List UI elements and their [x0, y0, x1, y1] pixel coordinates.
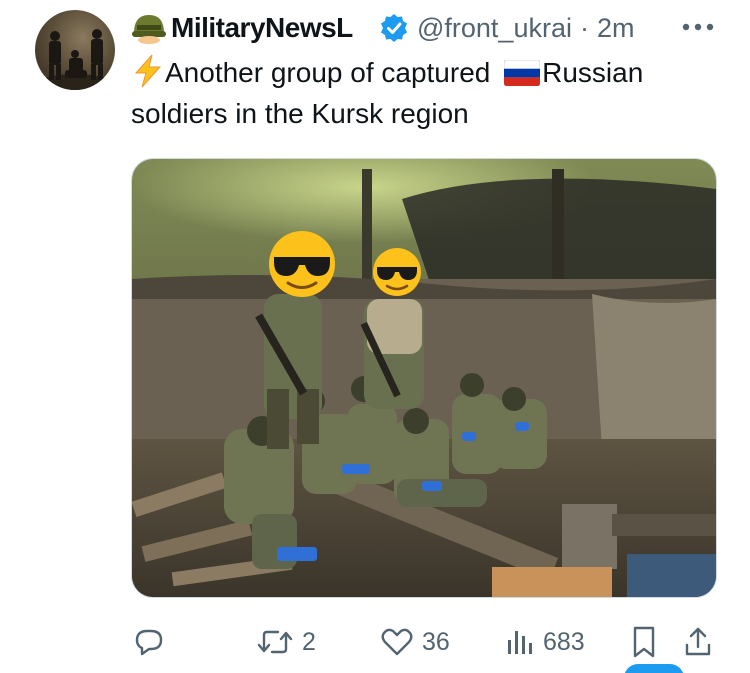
share-icon [685, 627, 711, 656]
verified-badge-icon [381, 14, 407, 42]
lightning-emoji-icon [134, 54, 162, 88]
tweet-header: MilitaryNewsL @front_ukrai · 2m [131, 8, 731, 48]
avatar-silhouettes-image [35, 29, 115, 90]
like-button[interactable]: 36 [380, 620, 450, 664]
views-count: 683 [543, 627, 585, 656]
reply-icon [135, 629, 163, 656]
bookmark-button[interactable] [630, 620, 658, 664]
russian-flag-emoji-icon [504, 60, 541, 86]
timestamp[interactable]: 2m [597, 13, 635, 44]
sunglasses-emoji-face-2 [373, 248, 421, 296]
author-name[interactable]: MilitaryNewsL [171, 12, 377, 44]
tweet-media-photo[interactable] [131, 158, 717, 598]
views-button[interactable]: 683 [505, 620, 585, 664]
avatar[interactable] [35, 10, 115, 90]
like-count: 36 [422, 627, 450, 656]
more-options-icon[interactable] [680, 17, 716, 37]
photo-image [132, 159, 716, 597]
bar-chart-icon [508, 631, 532, 654]
reply-button[interactable] [133, 620, 173, 664]
bookmark-icon [633, 626, 655, 658]
tweet-actions-bar: 2 36 683 [0, 620, 750, 664]
military-helmet-emoji-icon [132, 15, 166, 44]
separator-dot: · [579, 12, 589, 43]
share-button[interactable] [683, 620, 713, 664]
heart-icon [381, 628, 413, 656]
tweet[interactable]: MilitaryNewsL @front_ukrai · 2m Another … [0, 0, 750, 673]
tweet-text-part1: Another group of captured [165, 57, 499, 88]
retweet-count: 2 [302, 627, 316, 656]
retweet-icon [257, 630, 293, 654]
author-handle[interactable]: @front_ukrai [417, 13, 572, 44]
tweet-text: Another group of captured Russian soldie… [131, 52, 731, 134]
retweet-button[interactable]: 2 [256, 620, 316, 664]
sunglasses-emoji-face-1 [269, 231, 335, 297]
compose-fab-edge[interactable] [624, 664, 684, 673]
